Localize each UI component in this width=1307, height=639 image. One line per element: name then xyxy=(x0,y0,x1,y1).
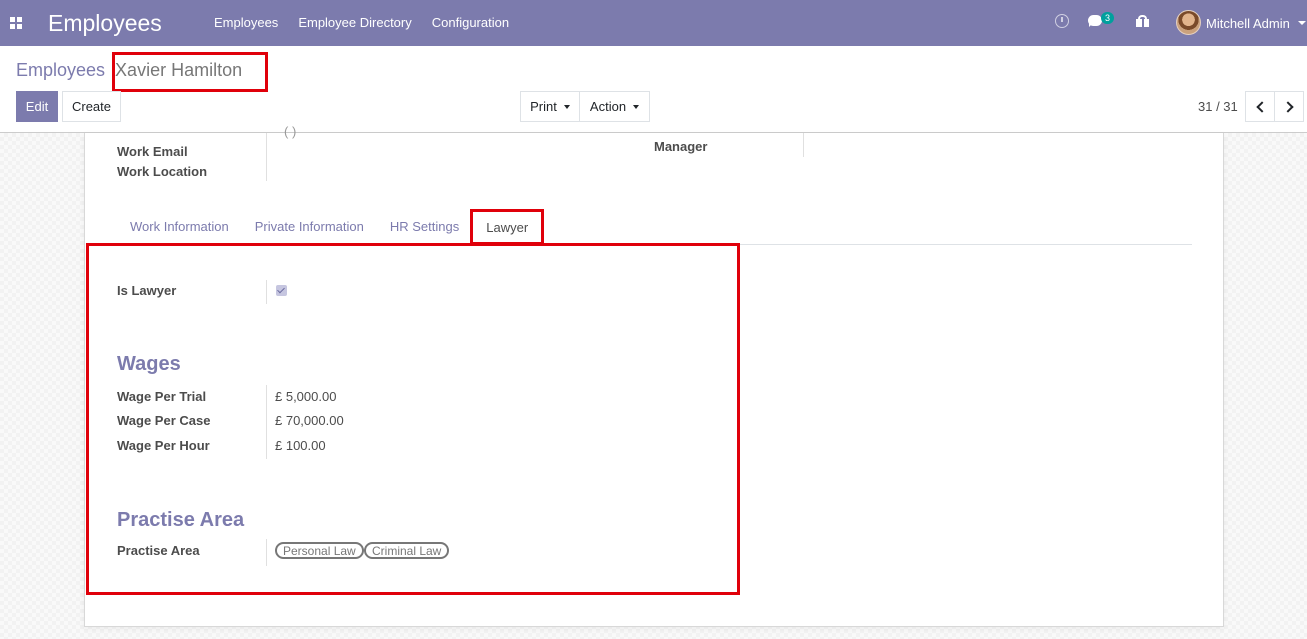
main-menu: Employees Employee Directory Configurati… xyxy=(204,15,519,30)
field-divider xyxy=(266,539,267,566)
wage-per-case-value: £ 70,000.00 xyxy=(275,413,344,428)
print-label: Print xyxy=(530,99,557,114)
pager-previous-button[interactable] xyxy=(1245,91,1275,122)
user-menu-name[interactable]: Mitchell Admin xyxy=(1206,16,1290,31)
tab-hr-settings[interactable]: HR Settings xyxy=(377,209,472,245)
user-avatar[interactable] xyxy=(1176,10,1201,35)
top-navbar: Employees Employees Employee Directory C… xyxy=(0,0,1307,46)
menu-employees[interactable]: Employees xyxy=(204,15,288,30)
caret-down-icon xyxy=(563,104,570,109)
wage-per-case-label: Wage Per Case xyxy=(117,413,211,428)
is-lawyer-label: Is Lawyer xyxy=(117,283,177,298)
field-divider xyxy=(803,133,804,157)
gift-icon[interactable] xyxy=(1136,15,1149,27)
work-location-label: Work Location xyxy=(117,164,208,179)
print-dropdown-button[interactable]: Print xyxy=(520,91,580,122)
practise-tag-criminal-law[interactable]: Criminal Law xyxy=(364,542,450,559)
activity-clock-icon[interactable] xyxy=(1055,14,1069,28)
chat-icon[interactable] xyxy=(1088,15,1102,27)
chat-count-badge: 3 xyxy=(1101,12,1115,24)
action-dropdown-button[interactable]: Action xyxy=(579,91,650,122)
field-divider xyxy=(266,133,267,181)
user-menu-caret-icon[interactable] xyxy=(1298,21,1306,25)
form-view-content: ( ) Work Email Work Location Manager Wor… xyxy=(0,124,1307,639)
practise-area-label: Practise Area xyxy=(117,543,200,558)
wages-section-title: Wages xyxy=(117,353,181,375)
pager-next-button[interactable] xyxy=(1274,91,1304,122)
edit-button[interactable]: Edit xyxy=(16,91,58,122)
menu-employee-directory[interactable]: Employee Directory xyxy=(288,15,421,30)
tab-work-information[interactable]: Work Information xyxy=(117,209,242,245)
is-lawyer-checkbox[interactable] xyxy=(276,285,287,296)
manager-label: Manager xyxy=(654,139,708,154)
apps-menu-icon[interactable] xyxy=(10,17,22,29)
practise-area-section-title: Practise Area xyxy=(117,509,245,531)
field-divider xyxy=(266,385,267,459)
practise-tag-personal-law[interactable]: Personal Law xyxy=(275,542,364,559)
wage-per-trial-label: Wage Per Trial xyxy=(117,389,207,404)
field-divider xyxy=(266,280,267,304)
wage-per-trial-value: £ 5,000.00 xyxy=(275,389,337,404)
tab-private-information[interactable]: Private Information xyxy=(242,209,377,245)
breadcrumb-employees-link[interactable]: Employees xyxy=(16,60,105,81)
control-panel: Employees Xavier Hamilton Edit Create Pr… xyxy=(0,46,1307,133)
highlight-lawyer-tab xyxy=(470,209,544,245)
chevron-left-icon xyxy=(1255,100,1268,113)
wage-per-hour-value: £ 100.00 xyxy=(275,438,326,453)
wage-per-hour-label: Wage Per Hour xyxy=(117,438,210,453)
chevron-right-icon xyxy=(1281,100,1294,113)
cut-off-field-value: ( ) xyxy=(284,124,297,139)
work-email-label: Work Email xyxy=(117,144,188,159)
app-title[interactable]: Employees xyxy=(48,10,162,37)
create-button[interactable]: Create xyxy=(62,91,121,122)
highlight-record-name xyxy=(112,52,268,92)
pager-value[interactable]: 31 / 31 xyxy=(1198,99,1238,114)
action-label: Action xyxy=(589,99,627,114)
caret-down-icon xyxy=(633,104,640,109)
menu-configuration[interactable]: Configuration xyxy=(422,15,519,30)
